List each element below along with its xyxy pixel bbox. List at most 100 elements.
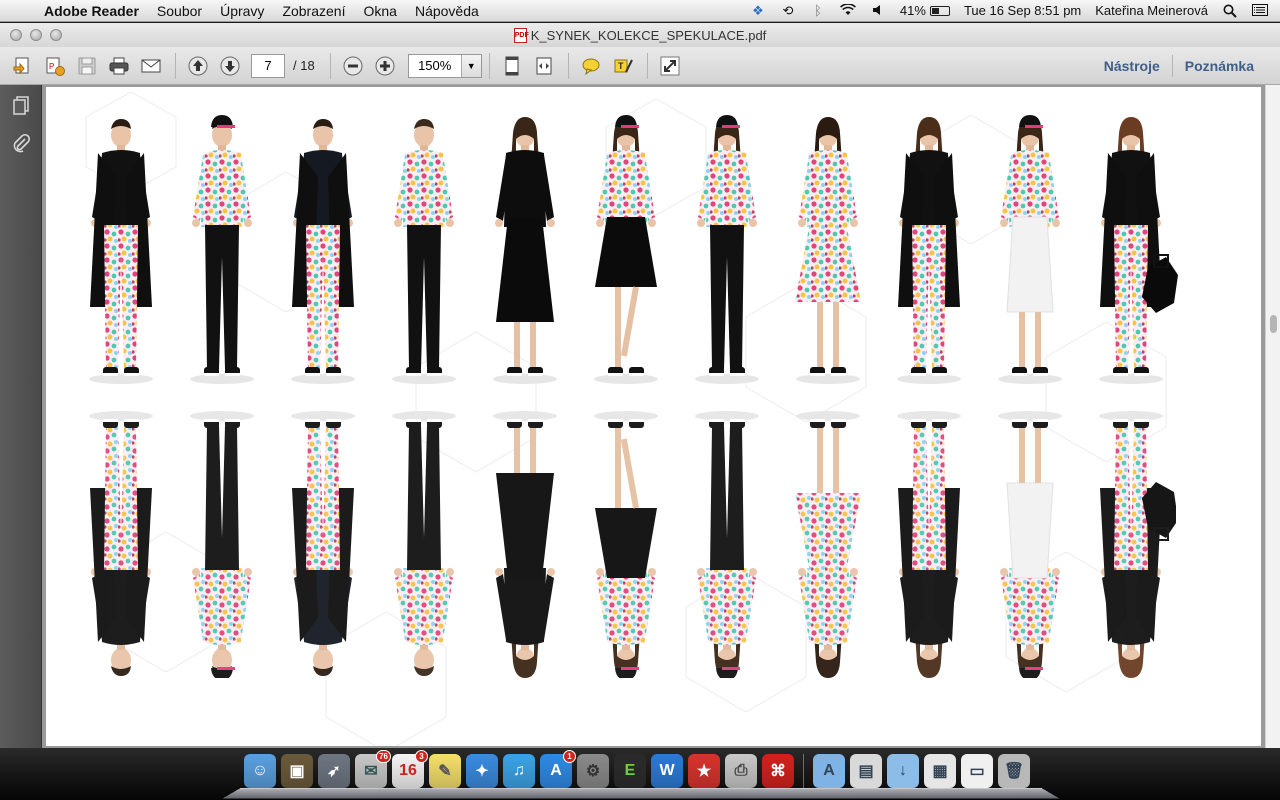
dock-preview-photos-icon[interactable]: ▣ (281, 754, 313, 788)
menu-soubor[interactable]: Soubor (157, 3, 202, 19)
print-button[interactable] (104, 52, 134, 80)
dock-badge: 1 (563, 750, 576, 763)
chevron-down-icon[interactable]: ▼ (460, 54, 481, 77)
next-page-button[interactable] (215, 52, 245, 80)
vertical-scrollbar[interactable] (1265, 85, 1280, 748)
dock-calendar-icon[interactable]: 16 3 (392, 750, 428, 788)
menu-napoveda[interactable]: Nápověda (415, 3, 479, 19)
dock-finder-glyph: ☺ (251, 762, 269, 779)
fit-page-icon (505, 56, 519, 75)
model-figure-reflection (1086, 403, 1178, 678)
dock-finder-icon[interactable]: ☺ (244, 754, 276, 788)
arrow-up-circle-icon (188, 56, 208, 75)
notification-center-icon[interactable] (1252, 3, 1268, 18)
dock-stickies-icon[interactable]: ✎ (429, 754, 461, 788)
model-figure (278, 117, 368, 392)
menu-zobrazeni[interactable]: Zobrazení (282, 3, 345, 19)
fit-page-button[interactable] (497, 52, 527, 80)
dock-evernote-icon[interactable]: E (614, 754, 646, 788)
dock-word-icon[interactable]: W (651, 754, 683, 788)
zoom-out-button[interactable] (338, 52, 368, 80)
previous-page-button[interactable] (183, 52, 213, 80)
dock-itunes-icon[interactable]: ♫ (503, 754, 535, 788)
volume-icon[interactable] (870, 4, 886, 18)
bluetooth-icon[interactable]: ᛒ (810, 3, 826, 18)
dock-system-preferences-icon[interactable]: ⚙ (577, 754, 609, 788)
dock-wunderlist-icon[interactable]: ★ (688, 754, 720, 788)
time-machine-icon[interactable]: ⟲ (780, 3, 796, 18)
dock-downloads-folder-icon[interactable]: ↓ (887, 754, 919, 788)
comment-bubble-icon (582, 58, 600, 75)
model-figure (985, 115, 1075, 392)
print-icon (109, 57, 129, 74)
dock-adobe-reader-icon[interactable]: ⌘ (762, 754, 794, 788)
zoom-window-button[interactable] (50, 29, 62, 41)
dock-applications-folder-icon[interactable]: A (813, 754, 845, 788)
model-figure (884, 117, 974, 392)
menu-bar: Adobe Reader Soubor Úpravy Zobrazení Okn… (0, 0, 1280, 22)
full-screen-button[interactable] (655, 52, 685, 80)
close-window-button[interactable] (10, 29, 22, 41)
dock-image-capture-glyph: ⎙ (734, 762, 748, 779)
page-thumbnails-icon[interactable] (9, 95, 33, 119)
page-number-input[interactable]: 7 (251, 53, 285, 78)
dock-image-capture-icon[interactable]: ⎙ (725, 754, 757, 788)
model-figure (480, 117, 570, 392)
dock-app-store-icon[interactable]: A1 (540, 750, 576, 788)
model-figure-reflection (278, 403, 368, 678)
clock[interactable]: Tue 16 Sep 8:51 pm (964, 3, 1081, 18)
model-figure (379, 117, 469, 392)
plus-circle-icon (375, 56, 395, 75)
window-controls (10, 29, 62, 41)
sticky-note-button[interactable] (576, 52, 606, 80)
zoom-in-button[interactable] (370, 52, 400, 80)
dock-calendar-glyph: 16 (399, 762, 417, 779)
export-pdf-button[interactable]: P (40, 52, 70, 80)
dock-document-stack-glyph: ▤ (858, 763, 874, 780)
model-figure-reflection (480, 403, 570, 678)
dock-launchpad-icon[interactable]: ➶ (318, 754, 350, 788)
tools-pane-link[interactable]: Nástroje (1092, 58, 1172, 74)
export-pdf-icon: P (46, 57, 65, 76)
dock-file-stack-2-icon[interactable]: ▭ (961, 754, 993, 788)
battery-status[interactable]: 41% (900, 3, 950, 18)
scrollbar-thumb[interactable] (1270, 315, 1277, 333)
dock-badge: 3 (415, 750, 428, 763)
model-figure-reflection (985, 403, 1075, 680)
dock-itunes-glyph: ♫ (513, 762, 525, 779)
email-button[interactable] (136, 52, 166, 80)
dropbox-icon[interactable]: ❖ (750, 3, 766, 18)
save-button[interactable] (72, 52, 102, 80)
minus-circle-icon (343, 56, 363, 75)
toolbar: P 7 / 18 150% ▼ T Nástroje Poznámka (0, 47, 1280, 85)
fit-width-button[interactable] (529, 52, 559, 80)
dock-safari-icon[interactable]: ✦ (466, 754, 498, 788)
dock-trash-icon[interactable]: 🗑 (998, 754, 1030, 788)
arrow-down-circle-icon (220, 56, 240, 75)
menu-upravy[interactable]: Úpravy (220, 3, 264, 19)
dock-system-preferences-glyph: ⚙ (585, 763, 601, 780)
title-bar[interactable]: PDF K_SYNEK_KOLEKCE_SPEKULACE.pdf (0, 23, 1280, 47)
dock-mail-icon[interactable]: ✉ 76 (355, 750, 391, 788)
model-figure-reflection (884, 403, 974, 678)
zoom-select[interactable]: 150% ▼ (407, 53, 482, 78)
user-menu[interactable]: Kateřina Meinerová (1095, 3, 1208, 18)
create-pdf-button[interactable] (8, 52, 38, 80)
battery-percent: 41% (899, 3, 926, 18)
highlight-text-button[interactable]: T (608, 52, 638, 80)
minimize-window-button[interactable] (30, 29, 42, 41)
dock-file-stack-1-icon[interactable]: ▦ (924, 754, 956, 788)
save-icon (78, 57, 96, 74)
dock-shelf (222, 787, 1060, 799)
dock-document-stack-icon[interactable]: ▤ (850, 754, 882, 788)
app-menu[interactable]: Adobe Reader (44, 3, 139, 19)
comment-pane-link[interactable]: Poznámka (1173, 58, 1266, 74)
svg-text:P: P (49, 62, 54, 71)
dock-applications-folder-glyph: A (823, 762, 835, 779)
pdf-page[interactable] (46, 87, 1261, 746)
wifi-icon[interactable] (839, 2, 856, 18)
spotlight-search-icon[interactable] (1222, 4, 1238, 18)
attachments-paperclip-icon[interactable] (9, 133, 33, 157)
menu-okna[interactable]: Okna (363, 3, 396, 19)
create-pdf-icon (13, 57, 29, 74)
